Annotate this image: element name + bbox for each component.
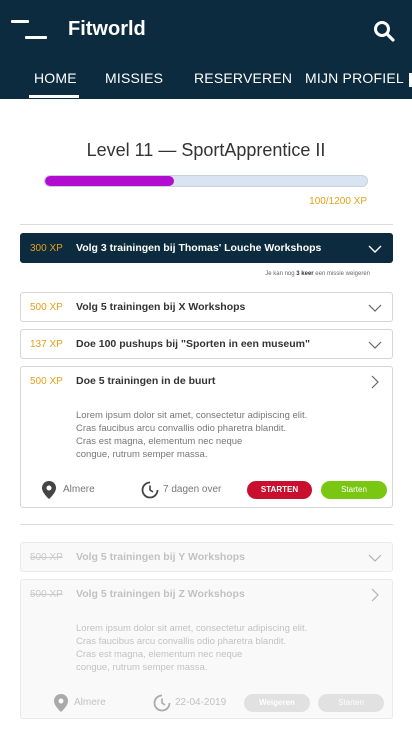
chevron-down-icon[interactable] bbox=[368, 244, 382, 254]
active-mission[interactable]: 300 XP Volg 3 trainingen bij Thomas' Lou… bbox=[20, 233, 393, 263]
app-title: Fitworld bbox=[68, 18, 146, 40]
mission-xp: 500 XP bbox=[30, 302, 63, 313]
clock-icon bbox=[141, 481, 159, 499]
start-button: Starten bbox=[318, 694, 384, 712]
menu-icon[interactable] bbox=[11, 20, 47, 40]
search-icon[interactable] bbox=[372, 19, 396, 43]
refusal-note: Je kan nog 3 keer een missie weigeren bbox=[265, 271, 370, 277]
mission-title: Volg 3 trainingen bij Thomas' Louche Wor… bbox=[76, 242, 322, 254]
mission-date: 22-04-2019 bbox=[175, 697, 227, 708]
location-pin-icon bbox=[42, 481, 56, 499]
tab-home[interactable]: HOME bbox=[34, 70, 77, 86]
mission-xp: 500 XP bbox=[30, 552, 63, 563]
mission-title: Volg 5 trainingen bij Y Workshops bbox=[76, 551, 245, 563]
chevron-right-icon[interactable] bbox=[370, 375, 380, 389]
mission-card[interactable]: 500 XP Volg 5 trainingen bij X Workshops bbox=[20, 292, 393, 322]
level-title: Level 11 — SportApprentice II bbox=[86, 140, 326, 160]
mission-location: Almere bbox=[63, 484, 95, 495]
location-pin-icon bbox=[54, 694, 68, 712]
mission-xp: 500 XP bbox=[30, 376, 63, 387]
divider bbox=[20, 524, 393, 525]
chevron-down-icon[interactable] bbox=[368, 340, 382, 350]
mission-card-expanded[interactable]: 500 XP Doe 5 trainingen in de buurt Lore… bbox=[20, 366, 393, 508]
mission-title: Volg 5 trainingen bij X Workshops bbox=[76, 301, 246, 313]
xp-count: 100/1200 XP bbox=[309, 196, 367, 207]
mission-title: Volg 5 trainingen bij Z Workshops bbox=[76, 588, 245, 600]
start-button[interactable]: Starten bbox=[321, 481, 387, 499]
app-header: Fitworld HOME MISSIES RESERVEREN MIJN PR… bbox=[0, 0, 412, 99]
mission-xp: 500 XP bbox=[30, 589, 63, 600]
clock-icon bbox=[153, 694, 171, 712]
tab-mijn-profiel[interactable]: MIJN PROFIEL bbox=[305, 70, 404, 86]
mission-time-left: 7 dagen over bbox=[163, 484, 222, 495]
mission-card-disabled: 500 XP Volg 5 trainingen bij Y Workshops bbox=[20, 542, 393, 572]
chevron-down-icon[interactable] bbox=[368, 303, 382, 313]
mission-title: Doe 5 trainingen in de buurt bbox=[76, 375, 216, 387]
mission-description: Lorem ipsum dolor sit amet, consectetur … bbox=[76, 623, 308, 673]
active-tab-indicator bbox=[29, 95, 79, 98]
chevron-right-icon bbox=[371, 588, 379, 602]
mission-card[interactable]: 137 XP Doe 100 pushups bij "Sporten in e… bbox=[20, 329, 393, 359]
tab-missies[interactable]: MISSIES bbox=[105, 70, 163, 86]
mission-location: Almere bbox=[74, 697, 106, 708]
mission-description: Lorem ipsum dolor sit amet, consectetur … bbox=[76, 410, 308, 460]
xp-progress-fill bbox=[45, 176, 174, 186]
mission-xp: 300 XP bbox=[30, 243, 63, 254]
xp-progress-bar bbox=[44, 175, 368, 187]
tab-reserveren[interactable]: RESERVEREN bbox=[194, 70, 292, 86]
chevron-down-icon bbox=[368, 554, 382, 562]
divider bbox=[20, 224, 393, 225]
refuse-button[interactable]: STARTEN bbox=[247, 481, 312, 499]
mission-title: Doe 100 pushups bij "Sporten in een muse… bbox=[76, 338, 310, 350]
mission-card-disabled-expanded: 500 XP Volg 5 trainingen bij Z Workshops… bbox=[20, 579, 393, 719]
main-nav: HOME MISSIES RESERVEREN MIJN PROFIEL bbox=[0, 70, 412, 99]
mission-xp: 137 XP bbox=[30, 339, 63, 350]
refuse-button: Weigeren bbox=[244, 694, 310, 712]
